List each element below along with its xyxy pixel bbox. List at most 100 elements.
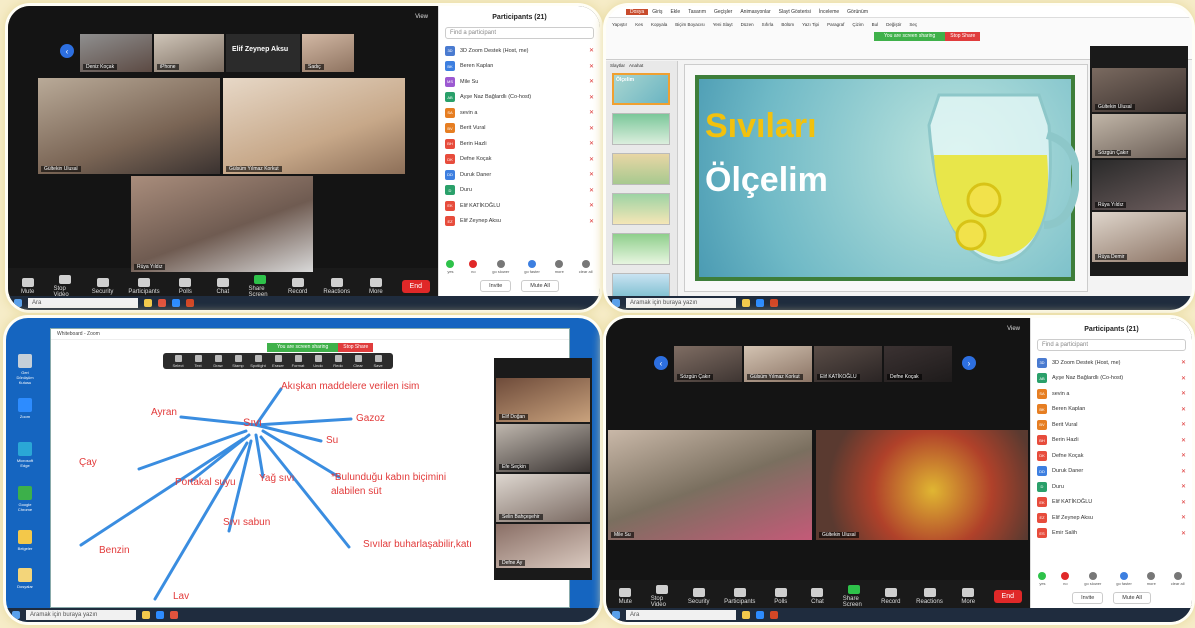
taskbar-search-input[interactable]: Aramak için buraya yazın — [26, 610, 136, 620]
view-button[interactable]: View — [1007, 326, 1020, 332]
tab-file[interactable]: Dosya — [626, 8, 649, 15]
ribbon-command[interactable]: Çizim — [852, 22, 863, 27]
participant-search-input[interactable]: Find a participant — [445, 27, 594, 39]
tab-view[interactable]: Görünüm — [843, 9, 872, 15]
muted-microphone-icon[interactable]: ✕ — [1181, 359, 1186, 366]
participant-row[interactable]: D Duru ✕ — [1031, 479, 1192, 495]
participant-row[interactable]: AB Ayşe Naz Bağlardlı (Co-host) ✕ — [1031, 371, 1192, 387]
app-icon[interactable] — [770, 611, 778, 619]
polls-button[interactable]: Polls — [174, 277, 197, 295]
slide-thumbnail[interactable] — [612, 233, 670, 265]
mute-all-button[interactable]: Mute All — [521, 280, 559, 292]
muted-microphone-icon[interactable]: ✕ — [589, 125, 594, 132]
participant-row[interactable]: BV Berit Vural ✕ — [439, 121, 600, 137]
reaction-button[interactable]: no — [1061, 572, 1070, 586]
security-button[interactable]: Security — [687, 587, 710, 605]
app-icon[interactable] — [770, 299, 778, 307]
ribbon-command[interactable]: Kes — [635, 22, 643, 27]
polls-button[interactable]: Polls — [769, 587, 792, 605]
ribbon-command[interactable]: Bul — [872, 22, 879, 27]
slide-thumbnail[interactable] — [612, 193, 670, 225]
ribbon-command[interactable]: Yeni Slayt — [713, 22, 733, 27]
muted-microphone-icon[interactable]: ✕ — [589, 94, 594, 101]
participant-row[interactable]: ES Emir Salih ✕ — [1031, 526, 1192, 542]
desktop-icon[interactable]: Dosyalar — [14, 568, 36, 596]
muted-microphone-icon[interactable]: ✕ — [589, 63, 594, 70]
muted-microphone-icon[interactable]: ✕ — [1181, 499, 1186, 506]
participant-row[interactable]: EZ Elif Zeynep Aksu ✕ — [1031, 510, 1192, 526]
record-button[interactable]: Record — [286, 277, 309, 295]
reactions-button[interactable]: Reactions — [916, 587, 943, 605]
invite-button[interactable]: Invite — [1072, 592, 1104, 604]
reaction-button[interactable]: go slower — [1084, 572, 1101, 586]
ribbon-command[interactable]: Seç — [909, 22, 917, 27]
participant-row[interactable]: BK Beren Kaplan ✕ — [1031, 402, 1192, 418]
app-icon[interactable] — [172, 299, 180, 307]
desktop-icon[interactable]: Zoom — [14, 398, 36, 426]
participant-row[interactable]: DK Defne Koçak ✕ — [1031, 448, 1192, 464]
windows-start-icon[interactable] — [612, 299, 620, 307]
end-meeting-button[interactable]: End — [993, 589, 1023, 603]
muted-microphone-icon[interactable]: ✕ — [1181, 406, 1186, 413]
participant-row[interactable]: DD Duruk Daner ✕ — [1031, 464, 1192, 480]
record-button[interactable]: Record — [879, 587, 902, 605]
tab-home[interactable]: Giriş — [648, 9, 666, 15]
windows-start-icon[interactable] — [612, 611, 620, 619]
desktop-icon[interactable]: Geri Dönüşüm Kutusu — [14, 354, 36, 385]
slide-thumbnail[interactable]: Ölçelim — [612, 73, 670, 105]
reactions-button[interactable]: Reactions — [323, 277, 350, 295]
ribbon-command[interactable]: Bölüm — [781, 22, 794, 27]
muted-microphone-icon[interactable]: ✕ — [589, 218, 594, 225]
participant-row[interactable]: EK Elif KATİKOĞLU ✕ — [439, 198, 600, 214]
participant-row[interactable]: D Duru ✕ — [439, 183, 600, 199]
reaction-button[interactable]: yes — [1038, 572, 1047, 586]
participant-row[interactable]: BV Berit Vural ✕ — [1031, 417, 1192, 433]
participant-row[interactable]: EZ Elif Zeynep Aksu ✕ — [439, 214, 600, 230]
muted-microphone-icon[interactable]: ✕ — [589, 156, 594, 163]
muted-microphone-icon[interactable]: ✕ — [1181, 452, 1186, 459]
ribbon-command[interactable]: Düzen — [741, 22, 754, 27]
reaction-button[interactable]: more — [1147, 572, 1156, 586]
app-icon[interactable] — [756, 299, 764, 307]
tab-review[interactable]: İnceleme — [815, 9, 843, 15]
desktop-icon[interactable]: Microsoft Edge — [14, 442, 36, 470]
muted-microphone-icon[interactable]: ✕ — [1181, 514, 1186, 521]
muted-microphone-icon[interactable]: ✕ — [589, 140, 594, 147]
next-page-button[interactable]: › — [962, 356, 976, 370]
app-icon[interactable] — [742, 611, 750, 619]
tab-slides[interactable]: Slaytlar — [610, 63, 625, 68]
slide-thumbnail[interactable] — [612, 153, 670, 185]
tab-animations[interactable]: Animasyonlar — [736, 9, 774, 15]
muted-microphone-icon[interactable]: ✕ — [589, 187, 594, 194]
reaction-button[interactable]: no — [469, 260, 478, 274]
security-button[interactable]: Security — [91, 277, 114, 295]
ribbon-command[interactable]: Paragraf — [827, 22, 844, 27]
app-icon[interactable] — [144, 299, 152, 307]
muted-microphone-icon[interactable]: ✕ — [1181, 421, 1186, 428]
tab-insert[interactable]: Ekle — [666, 9, 684, 15]
stop-video-button[interactable]: Stop Video — [651, 584, 674, 608]
muted-microphone-icon[interactable]: ✕ — [1181, 530, 1186, 537]
participant-row[interactable]: SA sevin a ✕ — [439, 105, 600, 121]
muted-microphone-icon[interactable]: ✕ — [589, 171, 594, 178]
participant-row[interactable]: DK Defne Koçak ✕ — [439, 152, 600, 168]
participant-row[interactable]: EK Elif KATİKOĞLU ✕ — [1031, 495, 1192, 511]
ribbon-command[interactable]: Biçim Boyacısı — [675, 22, 705, 27]
end-meeting-button[interactable]: End — [401, 279, 431, 293]
mute-all-button[interactable]: Mute All — [1113, 592, 1151, 604]
mute-button[interactable]: Mute — [16, 277, 39, 295]
muted-microphone-icon[interactable]: ✕ — [589, 78, 594, 85]
participant-row[interactable]: BH Berin Hazli ✕ — [439, 136, 600, 152]
stop-share-button[interactable]: Stop Share — [945, 32, 981, 41]
participant-row[interactable]: DD Duruk Daner ✕ — [439, 167, 600, 183]
ribbon-command[interactable]: Sıfırla — [762, 22, 774, 27]
app-icon[interactable] — [158, 299, 166, 307]
mute-button[interactable]: Mute — [614, 587, 637, 605]
muted-microphone-icon[interactable]: ✕ — [1181, 468, 1186, 475]
more-button[interactable]: More — [957, 587, 980, 605]
muted-microphone-icon[interactable]: ✕ — [1181, 483, 1186, 490]
taskbar-search-input[interactable]: Ara — [626, 610, 736, 620]
stop-video-button[interactable]: Stop Video — [53, 274, 76, 298]
prev-page-button[interactable]: ‹ — [654, 356, 668, 370]
reaction-button[interactable]: go faster — [1116, 572, 1132, 586]
